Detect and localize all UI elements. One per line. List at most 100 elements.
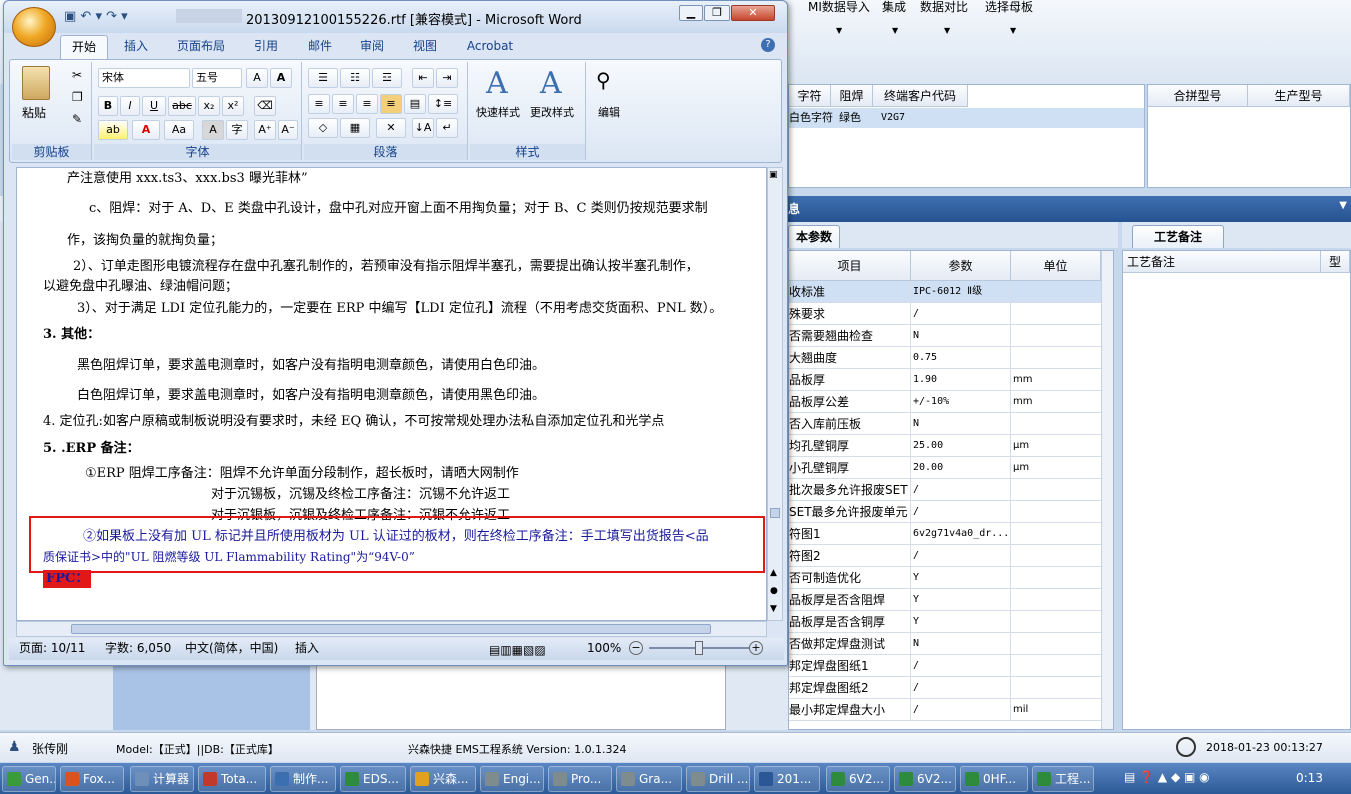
increase-indent-button[interactable]: ⇥ (436, 68, 458, 88)
line-spacing-button[interactable]: ↕≡ (428, 94, 458, 114)
tab-home[interactable]: 开始 (60, 35, 108, 59)
show-marks-button[interactable]: ↵ (436, 118, 458, 138)
zoom-level[interactable]: 100% (587, 638, 621, 658)
bold-button[interactable]: B (98, 96, 118, 116)
taskbar-item[interactable]: Engi... (480, 766, 544, 792)
param-row[interactable]: 邦定焊盘图纸2/ (789, 677, 1111, 699)
multilevel-list-button[interactable]: ☲ (372, 68, 402, 88)
param-value[interactable]: Y (911, 589, 1011, 611)
taskbar-item[interactable]: Tota... (198, 766, 266, 792)
hscroll-thumb[interactable] (71, 624, 711, 634)
ruler-toggle-icon[interactable]: ▣ (769, 170, 778, 180)
font-name-select[interactable]: 宋体 (98, 68, 190, 88)
font-size-select[interactable]: 五号 (192, 68, 242, 88)
taskbar-item[interactable]: 201... (754, 766, 820, 792)
taskbar-item[interactable]: Gra... (616, 766, 682, 792)
numbering-button[interactable]: ☷ (340, 68, 370, 88)
taskbar-clock[interactable]: 0:13 (1296, 771, 1323, 785)
copy-icon[interactable]: ❐ (72, 90, 83, 104)
horizontal-scrollbar[interactable] (16, 621, 767, 637)
chevron-down-icon[interactable]: ▼ (892, 26, 898, 35)
param-row[interactable]: 否做邦定焊盘测试 N (789, 633, 1111, 655)
remark-header[interactable]: 工艺备注 (1123, 251, 1321, 273)
param-value[interactable]: Y (911, 567, 1011, 589)
param-value[interactable]: / (911, 545, 1011, 567)
scroll-thumb[interactable] (770, 508, 780, 518)
param-value[interactable]: 0.75 (911, 347, 1011, 369)
taskbar-item[interactable]: Gen... (2, 766, 56, 792)
clear-format-icon[interactable]: ⌫ (254, 96, 276, 116)
char-shading-button[interactable]: A (202, 120, 224, 140)
param-value[interactable]: / (911, 655, 1011, 677)
binoculars-icon[interactable]: ⚲ (596, 68, 611, 92)
vertical-scrollbar[interactable]: ▣ ▲ ● ▼ (767, 167, 783, 621)
align-right-button[interactable]: ≡ (356, 94, 378, 114)
office-button[interactable] (12, 7, 56, 47)
taskbar-item[interactable]: EDS... (340, 766, 406, 792)
cut-icon[interactable]: ✂ (72, 68, 82, 82)
zoom-out-button[interactable]: − (629, 641, 643, 655)
bullets-button[interactable]: ☰ (308, 68, 338, 88)
param-row[interactable]: 批次最多允许报废SET / (789, 479, 1111, 501)
param-row[interactable]: 最小邦定焊盘大小 / mil (789, 699, 1111, 721)
grid-header[interactable]: 终端客户代码 (873, 85, 968, 107)
param-value[interactable]: / (911, 303, 1011, 325)
param-header-unit[interactable]: 单位 (1011, 251, 1101, 281)
param-row[interactable]: 否可制造优化 Y (789, 567, 1111, 589)
param-value[interactable]: N (911, 413, 1011, 435)
change-styles-icon[interactable]: A (540, 66, 562, 101)
param-row[interactable]: SET最多允许报废单元 / (789, 501, 1111, 523)
grid-header[interactable]: 合拼型号 (1148, 85, 1248, 107)
param-value[interactable]: 6v2g71v4a0_dr... (911, 523, 1011, 545)
chevron-down-icon[interactable]: ▼ (836, 26, 842, 35)
tab-references[interactable]: 引用 (246, 35, 286, 59)
align-left-button[interactable]: ≡ (308, 94, 330, 114)
restore-button[interactable]: ❐ (704, 5, 730, 21)
shading-button[interactable]: ◇ (308, 118, 338, 138)
taskbar-item[interactable]: 兴森... (410, 766, 476, 792)
sort-button[interactable]: ↓A (412, 118, 434, 138)
format-painter-icon[interactable]: ✎ (72, 112, 82, 126)
align-center-button[interactable]: ≡ (332, 94, 354, 114)
tab-process-remark[interactable]: 工艺备注 (1132, 225, 1224, 248)
paste-icon[interactable] (22, 66, 50, 100)
taskbar-item[interactable]: 6V2... (894, 766, 956, 792)
param-row[interactable]: 否需要翘曲检查 N (789, 325, 1111, 347)
taskbar-item[interactable]: 0HF... (960, 766, 1028, 792)
param-row[interactable]: 符图2/ (789, 545, 1111, 567)
param-value[interactable]: Y (911, 611, 1011, 633)
tab-acrobat[interactable]: Acrobat (460, 35, 520, 59)
param-row[interactable]: 品板厚是否含阻焊 Y (789, 589, 1111, 611)
view-buttons[interactable]: ▤▥▦▧▨ (489, 640, 546, 660)
taskbar-item[interactable]: Drill ... (686, 766, 750, 792)
highlight-button[interactable]: ab (98, 120, 128, 140)
grow-font-button[interactable]: A⁺ (254, 120, 276, 140)
param-value[interactable]: / (911, 501, 1011, 523)
chevron-down-icon[interactable]: ▼ (944, 26, 950, 35)
tab-view[interactable]: 视图 (405, 35, 445, 59)
param-value[interactable]: 25.00 (911, 435, 1011, 457)
param-row[interactable]: 大翘曲度 0.75 (789, 347, 1111, 369)
taskbar-item[interactable]: 制作... (270, 766, 336, 792)
chevron-down-icon[interactable]: ▼ (1010, 26, 1016, 35)
paste-label[interactable]: 粘贴 (22, 104, 46, 121)
asian-layout-button[interactable]: ✕ (376, 118, 406, 138)
tab-basic-params[interactable]: 本参数 (788, 225, 840, 248)
grid-header[interactable]: 字符 (789, 85, 831, 107)
status-page[interactable]: 页面: 10/11 (19, 638, 85, 658)
tab-page-layout[interactable]: 页面布局 (168, 35, 234, 59)
enclose-char-button[interactable]: 字 (226, 120, 248, 140)
tray-icons[interactable]: ▤ ❓ ▲ ◆ ▣ ◉ (1124, 770, 1210, 784)
taskbar-item[interactable]: 6V2... (826, 766, 890, 792)
quick-styles-icon[interactable]: A (486, 66, 508, 101)
taskbar-item[interactable]: 工程... (1032, 766, 1094, 792)
help-icon[interactable]: ? (761, 38, 775, 52)
menu-select-master[interactable]: 选择母板 (985, 0, 1033, 15)
minimize-button[interactable]: ▁ (679, 5, 703, 21)
param-header-item[interactable]: 项目 (789, 251, 911, 281)
status-language[interactable]: 中文(简体，中国) (185, 638, 278, 658)
param-value[interactable]: / (911, 699, 1011, 721)
text-effect-icon[interactable]: A (270, 68, 292, 88)
param-value[interactable]: N (911, 325, 1011, 347)
param-row[interactable]: 否入库前压板 N (789, 413, 1111, 435)
